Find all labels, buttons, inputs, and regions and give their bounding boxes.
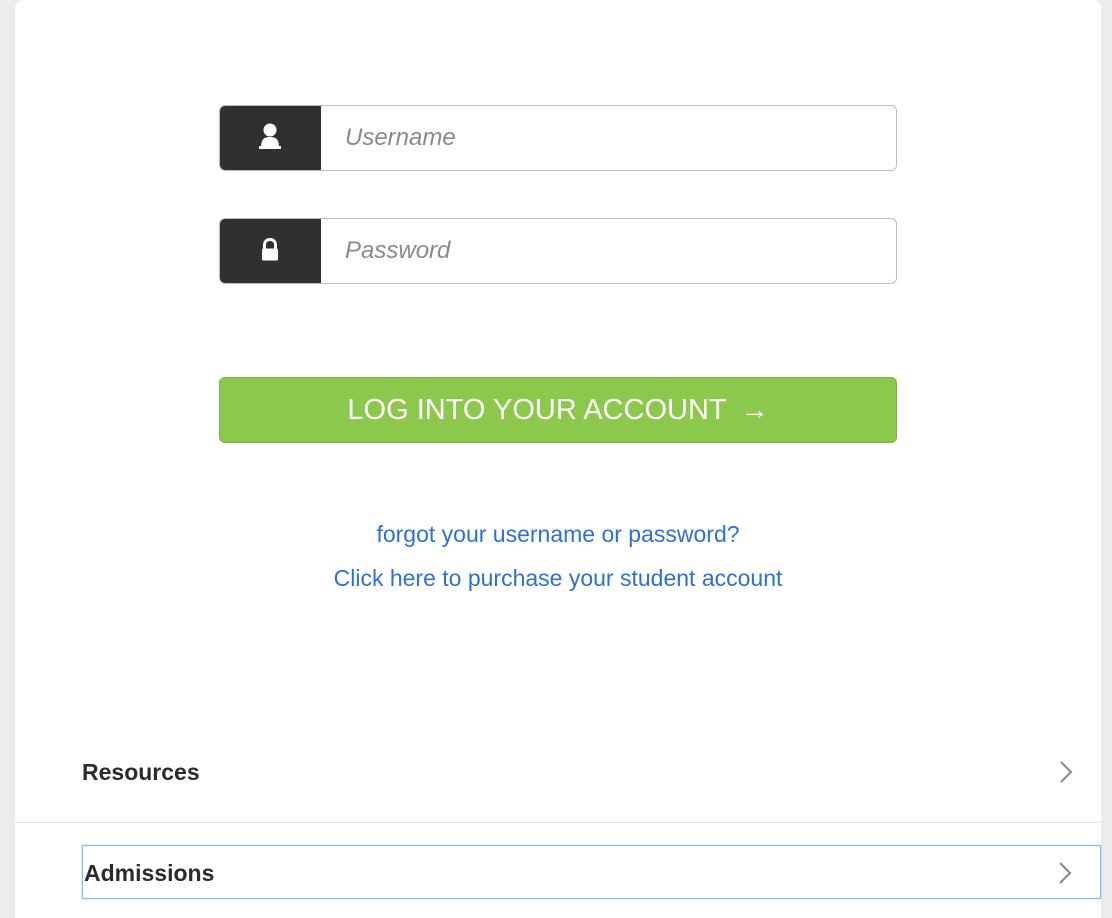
username-input[interactable] [322, 106, 896, 170]
nav-divider [15, 822, 1101, 823]
login-button[interactable]: LOG INTO YOUR ACCOUNT → [219, 377, 897, 443]
nav-item-label: Admissions [84, 860, 215, 886]
chevron-right-icon [1060, 761, 1073, 783]
purchase-account-link[interactable]: Click here to purchase your student acco… [15, 565, 1101, 592]
nav-item-resources[interactable]: Resources [82, 745, 1101, 799]
login-card: LOG INTO YOUR ACCOUNT → forgot your usern… [15, 0, 1101, 918]
arrow-right-icon: → [740, 394, 769, 425]
username-addon [220, 106, 321, 170]
lock-icon [262, 237, 278, 261]
login-button-label: LOG INTO YOUR ACCOUNT [347, 394, 727, 426]
username-field-group [219, 105, 897, 171]
chevron-right-icon [1059, 862, 1072, 884]
password-field-group [219, 218, 897, 284]
password-input[interactable] [322, 219, 896, 283]
user-icon [259, 123, 281, 149]
forgot-credentials-link[interactable]: forgot your username or password? [15, 521, 1101, 548]
nav-item-label: Resources [82, 759, 200, 785]
nav-item-admissions[interactable]: Admissions [82, 845, 1101, 899]
password-addon [220, 219, 321, 283]
